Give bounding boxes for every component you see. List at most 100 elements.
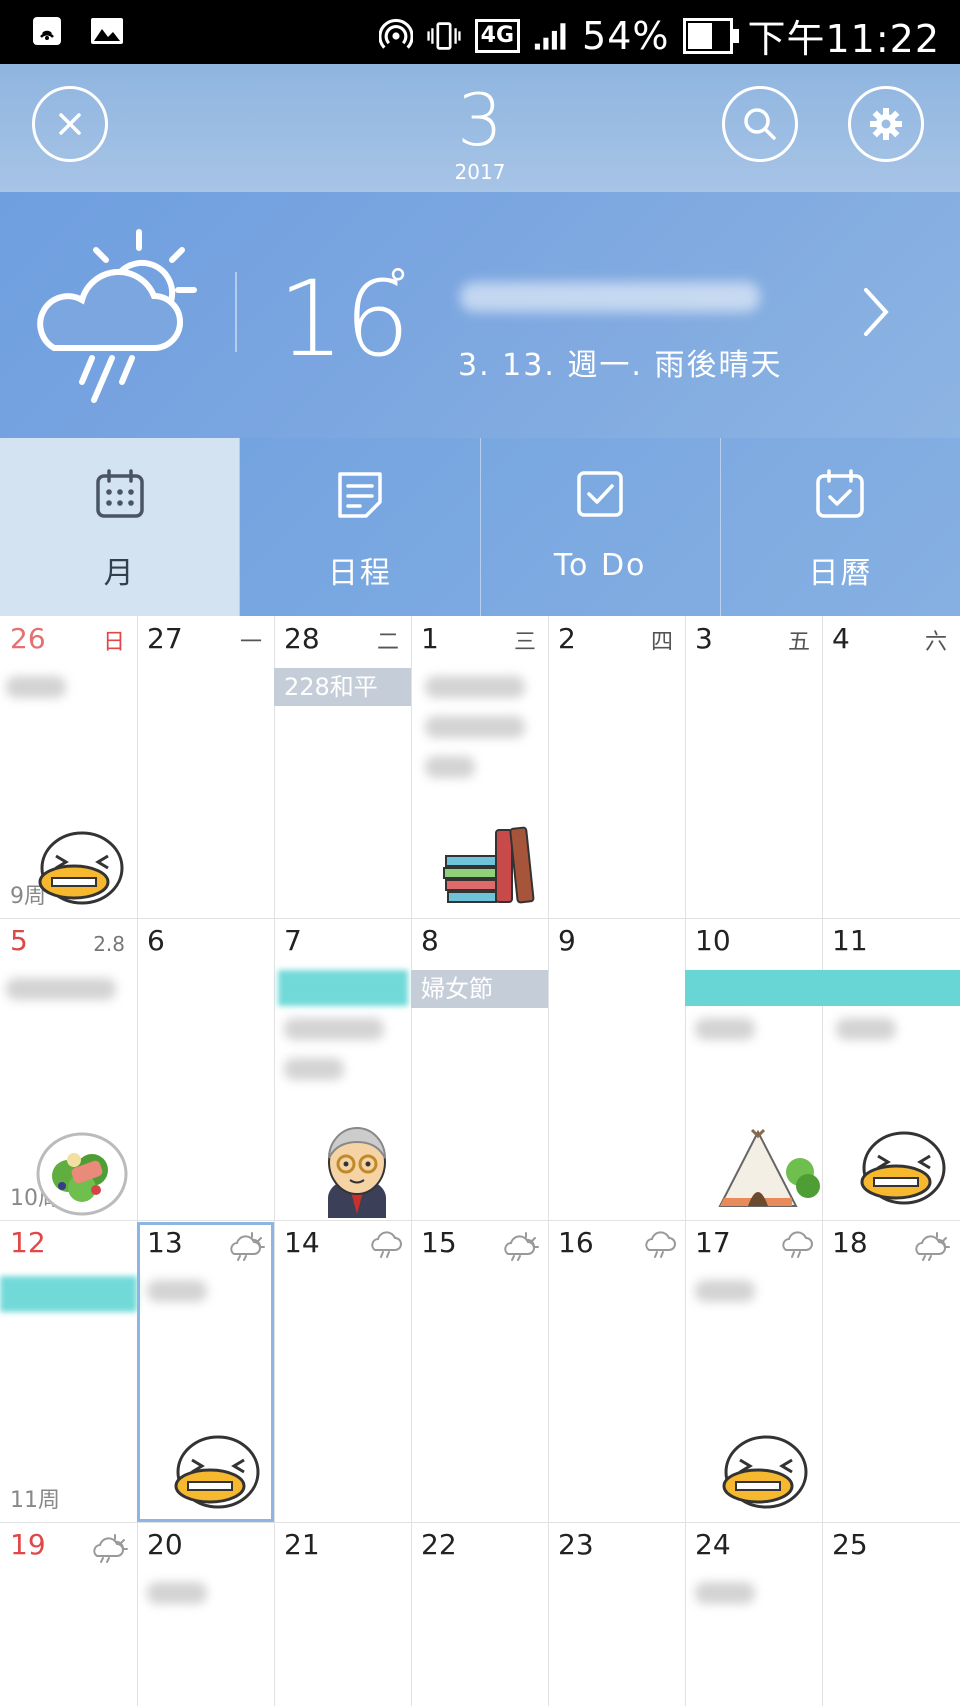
day-number: 18 [832, 1226, 868, 1259]
day-number: 16 [558, 1226, 594, 1259]
signal-icon [534, 19, 568, 53]
rain-sun-small-icon [93, 1534, 128, 1563]
calendar-grid-icon [95, 469, 144, 518]
day-cell[interactable]: 8 婦女節 [411, 918, 548, 1220]
calendar-check-icon [816, 469, 865, 518]
header: 3 2017 [0, 64, 960, 192]
weekday-label: 六 [924, 630, 947, 655]
week-number: 11周 [10, 1488, 60, 1513]
day-number: 9 [558, 924, 576, 957]
laughing-face-sticker [174, 1435, 260, 1509]
tab-schedule[interactable]: 日程 [239, 438, 479, 616]
day-number: 24 [695, 1528, 731, 1561]
weather-description: 3. 13. 週一. 雨後晴天 [458, 348, 783, 383]
laughing-face-sticker [722, 1435, 808, 1509]
search-button[interactable] [722, 86, 798, 162]
image-icon [90, 14, 124, 48]
holiday-event[interactable]: 228和平 [274, 668, 411, 706]
gear-icon [870, 108, 902, 140]
day-cell[interactable]: 23 [548, 1522, 685, 1706]
weekday-label: 一 [239, 630, 262, 655]
day-number: 14 [284, 1226, 320, 1259]
day-cell[interactable]: 19 [0, 1522, 137, 1706]
day-number: 6 [147, 924, 165, 957]
day-number: 8 [421, 924, 439, 957]
day-number: 17 [695, 1226, 731, 1259]
day-cell[interactable]: 15 [411, 1220, 548, 1522]
lunar-date: 2.8 [93, 932, 125, 956]
day-cell[interactable]: 22 [411, 1522, 548, 1706]
salad-sticker [36, 1132, 128, 1216]
day-number: 28 [284, 622, 320, 655]
day-cell[interactable]: 9 [548, 918, 685, 1220]
tab-month-label: 月 [103, 556, 136, 591]
weather-panel[interactable]: 16 ° 3. 13. 週一. 雨後晴天 [0, 192, 960, 438]
day-number: 23 [558, 1528, 594, 1561]
note-icon [338, 472, 382, 518]
tent-sticker [718, 1128, 820, 1207]
weekday-label: 四 [650, 630, 673, 655]
battery-icon [683, 17, 740, 54]
holiday-event[interactable]: 婦女節 [411, 970, 548, 1008]
weekday-label: 三 [513, 630, 536, 655]
day-number: 12 [10, 1226, 46, 1259]
day-cell[interactable]: 28 二 228和平 [274, 616, 411, 918]
view-tabs: 月 日程 To Do 日曆 [0, 438, 960, 616]
battery-percent: 54% [582, 13, 670, 58]
rain-icon [645, 1231, 676, 1258]
day-number: 20 [147, 1528, 183, 1561]
day-cell[interactable]: 2 四 [548, 616, 685, 918]
day-cell[interactable]: 24 [685, 1522, 822, 1706]
month-title[interactable]: 3 [0, 84, 960, 156]
month-grid: 26 日 9周 27 一 28 二 228和平 1 三 2 四 3 五 4 六 … [0, 616, 960, 1706]
day-number: 5 [10, 924, 28, 957]
settings-button[interactable] [848, 86, 924, 162]
day-cell[interactable]: 6 [137, 918, 274, 1220]
day-number: 19 [10, 1528, 46, 1561]
hotspot-icon [378, 18, 413, 53]
status-bar: 4G 54% 下午11:22 [0, 0, 960, 64]
rain-icon [782, 1231, 813, 1258]
tab-schedule-label: 日程 [327, 556, 392, 591]
day-number: 11 [832, 924, 868, 957]
tab-calendar[interactable]: 日曆 [719, 438, 960, 616]
day-cell[interactable]: 20 [137, 1522, 274, 1706]
chevron-right-icon[interactable] [860, 284, 892, 340]
day-cell[interactable]: 25 [822, 1522, 959, 1706]
day-number: 1 [421, 622, 439, 655]
day-number: 10 [695, 924, 731, 957]
tab-todo[interactable]: To Do [479, 438, 720, 616]
laughing-face-sticker [860, 1131, 946, 1205]
vibrate-icon [427, 19, 461, 53]
rain-icon [371, 1231, 402, 1258]
day-number: 4 [832, 622, 850, 655]
location-redacted [460, 282, 760, 312]
day-cell[interactable]: 27 一 [137, 616, 274, 918]
day-number: 15 [421, 1226, 457, 1259]
day-cell[interactable]: 18 [822, 1220, 959, 1522]
search-icon [744, 108, 776, 140]
day-number: 7 [284, 924, 302, 957]
rain-sun-icon [37, 229, 197, 403]
rain-sun-small-icon [504, 1232, 539, 1261]
year-label: 2017 [454, 160, 506, 184]
day-cell[interactable]: 12 11周 [0, 1220, 137, 1522]
day-cell[interactable]: 4 六 [822, 616, 959, 918]
books-sticker [443, 826, 535, 904]
tab-todo-label: To Do [553, 548, 647, 583]
day-number: 22 [421, 1528, 457, 1561]
day-number: 26 [10, 622, 46, 655]
day-cell[interactable]: 16 [548, 1220, 685, 1522]
day-number: 27 [147, 622, 183, 655]
day-cell[interactable]: 3 五 [685, 616, 822, 918]
grandpa-sticker [328, 1127, 386, 1218]
tab-calendar-label: 日曆 [808, 556, 873, 591]
tab-month[interactable]: 月 [0, 438, 240, 616]
weather-divider [235, 272, 237, 352]
day-cell[interactable]: 21 [274, 1522, 411, 1706]
day-cell[interactable]: 14 [274, 1220, 411, 1522]
checkbox-icon [577, 471, 623, 517]
weekday-label: 五 [787, 630, 810, 655]
weekday-label: 二 [376, 630, 399, 655]
day-number: 25 [832, 1528, 868, 1561]
